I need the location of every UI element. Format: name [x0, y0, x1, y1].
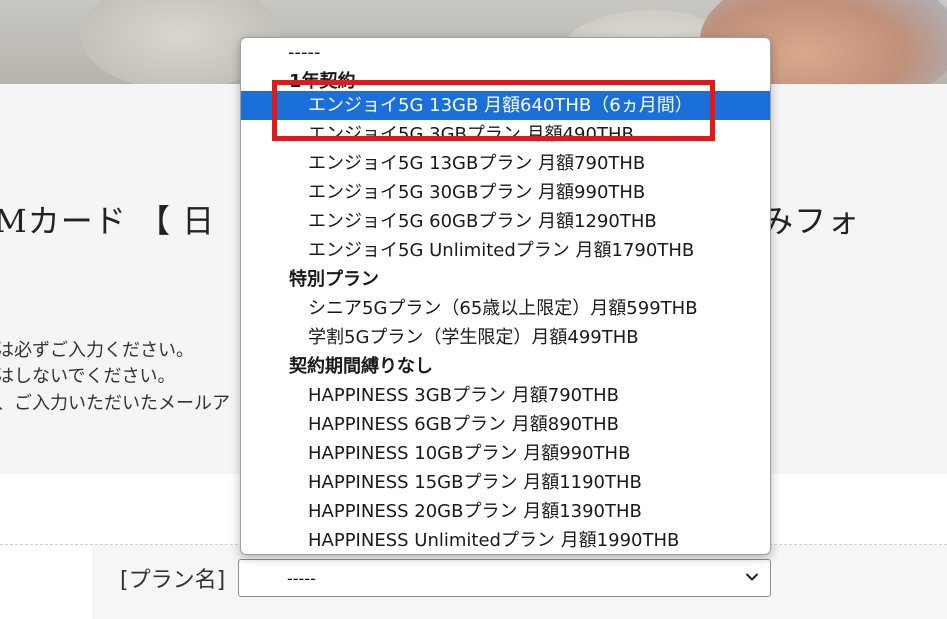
option-senior5g[interactable]: シニア5Gプラン（65歳以上限定）月額599THB	[241, 294, 770, 323]
option-enjoy5g-60gb[interactable]: エンジョイ5G 60GBプラン 月額1290THB	[241, 207, 770, 236]
option-enjoy5g-30gb[interactable]: エンジョイ5G 30GBプラン 月額990THB	[241, 178, 770, 207]
note-do-not: はしないでください。	[0, 366, 176, 387]
option-placeholder[interactable]: -----	[241, 38, 770, 67]
plan-select-value: -----	[287, 569, 316, 588]
option-enjoy5g-3gb[interactable]: エンジョイ5G 3GBプラン 月額490THB	[241, 120, 770, 149]
option-student5g[interactable]: 学割5Gプラン（学生限定）月額499THB	[241, 323, 770, 352]
optgroup-special: 特別プラン	[289, 269, 379, 290]
option-happiness-unlimited[interactable]: HAPPINESS Unlimitedプラン 月額1990THB	[241, 526, 770, 554]
chevron-down-icon	[746, 573, 758, 581]
option-enjoy5g-unlimited[interactable]: エンジョイ5G Unlimitedプラン 月額1790THB	[241, 236, 770, 265]
option-happiness-6gb[interactable]: HAPPINESS 6GBプラン 月額890THB	[241, 410, 770, 439]
note-required: は必ずご入力ください。	[0, 340, 194, 361]
option-happiness-10gb[interactable]: HAPPINESS 10GBプラン 月額990THB	[241, 439, 770, 468]
option-happiness-15gb[interactable]: HAPPINESS 15GBプラン 月額1190THB	[241, 468, 770, 497]
note-email: 、ご入力いただいたメールア	[0, 393, 230, 414]
option-happiness-3gb[interactable]: HAPPINESS 3GBプラン 月額790THB	[241, 381, 770, 410]
option-happiness-20gb[interactable]: HAPPINESS 20GBプラン 月額1390THB	[241, 497, 770, 526]
form-title-left: Mカード 【 日	[0, 202, 216, 240]
option-enjoy5g-13gb-promo[interactable]: エンジョイ5G 13GB 月額640THB（6ヵ月間）	[241, 91, 770, 120]
plan-label: [プラン名]	[120, 568, 226, 593]
option-enjoy5g-13gb[interactable]: エンジョイ5G 13GBプラン 月額790THB	[241, 149, 770, 178]
optgroup-no-contract: 契約期間縛りなし	[289, 356, 433, 377]
plan-select[interactable]: -----	[238, 559, 771, 597]
page: Mカード 【 日し込みフォ は必ずご入力ください。 はしないでください。 、ご入…	[0, 0, 947, 619]
plan-dropdown-list[interactable]: ----- 1年契約 エンジョイ5G 13GB 月額640THB（6ヵ月間） エ…	[240, 37, 771, 555]
